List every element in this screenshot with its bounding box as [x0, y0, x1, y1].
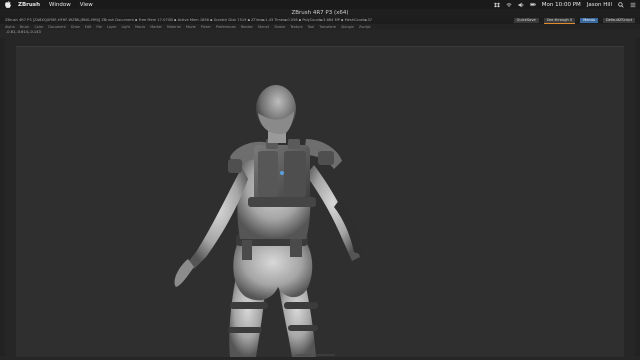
- palette-edit[interactable]: Edit: [85, 24, 92, 30]
- palette-preferences[interactable]: Preferences: [216, 24, 236, 30]
- right-tray[interactable]: [635, 38, 640, 356]
- palette-light[interactable]: Light: [121, 24, 129, 30]
- menu-extras: Mon 10:00 PM Jason Hill: [493, 1, 636, 8]
- status-info: ZBrush 4R7 P3 [ZA8XQJ0Y8F-HFHF-WZBK-JRNG…: [5, 18, 373, 22]
- see-through-slider[interactable]: See-through 0: [543, 17, 576, 24]
- apple-icon[interactable]: [4, 1, 11, 8]
- palette-picker[interactable]: Picker: [201, 24, 211, 30]
- clock[interactable]: Mon 10:00 PM: [542, 2, 581, 8]
- palette-document[interactable]: Document: [48, 24, 66, 30]
- palette-material[interactable]: Material: [167, 24, 181, 30]
- palette-transform[interactable]: Transform: [319, 24, 336, 30]
- sculpt-model: [174, 85, 362, 357]
- volume-icon[interactable]: [518, 2, 524, 8]
- palette-macro[interactable]: Macro: [135, 24, 145, 30]
- menu-view[interactable]: View: [80, 2, 93, 8]
- battery-icon[interactable]: [529, 2, 536, 8]
- palette-marker[interactable]: Marker: [150, 24, 162, 30]
- macos-menu-bar: ZBrush Window View Mon 10:00 PM Jason Hi…: [0, 0, 640, 9]
- palette-file[interactable]: File: [96, 24, 102, 30]
- palette-stroke[interactable]: Stroke: [274, 24, 285, 30]
- menus-button[interactable]: Menus: [580, 18, 598, 23]
- dropbox-icon[interactable]: [493, 2, 500, 8]
- palette-stencil[interactable]: Stencil: [258, 24, 269, 30]
- default-zscript-button[interactable]: DefaultZScript: [602, 18, 635, 23]
- canvas-footer: [295, 353, 335, 358]
- user-name[interactable]: Jason Hill: [587, 2, 612, 8]
- palette-render[interactable]: Render: [241, 24, 253, 30]
- palette-movie[interactable]: Movie: [186, 24, 196, 30]
- palette-draw[interactable]: Draw: [71, 24, 80, 30]
- wifi-icon[interactable]: [506, 2, 512, 8]
- status-bar: ZBrush 4R7 P3 [ZA8XQJ0Y8F-HFHF-WZBK-JRNG…: [0, 17, 640, 24]
- menu-window[interactable]: Window: [49, 2, 71, 8]
- list-icon[interactable]: [630, 2, 636, 8]
- search-icon[interactable]: [618, 1, 624, 8]
- palette-layer[interactable]: Layer: [107, 24, 116, 30]
- palette-tool[interactable]: Tool: [308, 24, 315, 30]
- palette-texture[interactable]: Texture: [290, 24, 302, 30]
- palette-zplugin[interactable]: Zplugin: [341, 24, 354, 30]
- cursor-coordinates: -0.61,-0.614,-0.143: [6, 30, 41, 34]
- window-title: ZBrush 4R7 P3 (x64): [0, 9, 640, 17]
- palette-menu: Alpha Brush Color Document Draw Edit Fil…: [0, 24, 640, 30]
- quicksave-button[interactable]: QuickSave: [513, 18, 539, 23]
- palette-zscript[interactable]: Zscript: [359, 24, 371, 30]
- app-menu[interactable]: ZBrush: [18, 2, 40, 8]
- left-tray[interactable]: [0, 38, 5, 356]
- document-canvas[interactable]: [16, 46, 624, 357]
